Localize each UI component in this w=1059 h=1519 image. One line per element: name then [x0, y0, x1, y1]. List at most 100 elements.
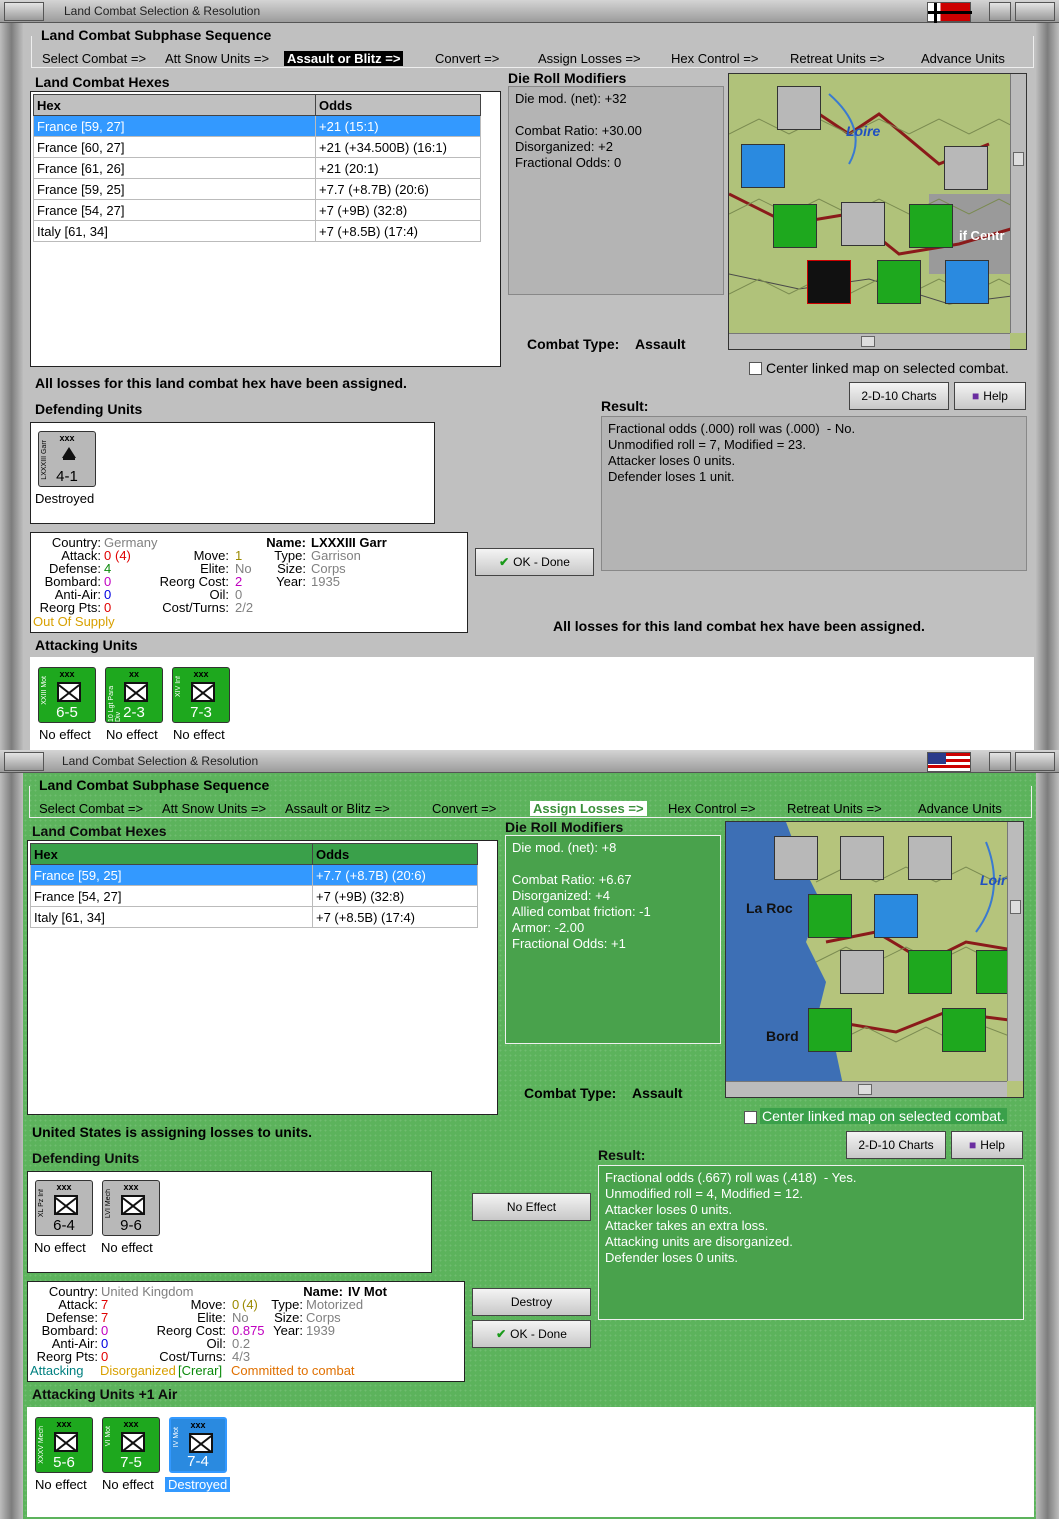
scroll-thumb[interactable] [861, 336, 875, 347]
table-row[interactable]: France [59, 27] +21 (15:1) [33, 115, 481, 137]
no-effect-button[interactable]: No Effect [472, 1193, 591, 1221]
table-row[interactable]: France [59, 25] +7.7 (+8.7B) (20:6) [33, 178, 481, 200]
map-counter[interactable] [945, 260, 989, 304]
close-button[interactable] [1015, 752, 1055, 771]
step-hex-control[interactable]: Hex Control => [665, 801, 758, 816]
charts-button-label: 2-D-10 Charts [858, 1138, 934, 1152]
step-assign-losses[interactable]: Assign Losses => [530, 801, 647, 816]
table-row[interactable]: Italy [61, 34] +7 (+8.5B) (17:4) [30, 906, 478, 928]
step-convert[interactable]: Convert => [429, 801, 499, 816]
drm-text: Die mod. (net): +8 Combat Ratio: +6.67 D… [512, 840, 651, 951]
map-vertical-scrollbar[interactable] [1010, 74, 1026, 333]
map-counter[interactable] [840, 836, 884, 880]
linked-map[interactable]: La Roc Bord Loir [725, 821, 1024, 1098]
col-hex[interactable]: Hex [30, 843, 313, 865]
die-roll-modifiers-panel: Die mod. (net): +32 Combat Ratio: +30.00… [508, 86, 724, 295]
map-counter[interactable] [874, 894, 918, 938]
map-counter[interactable] [808, 1008, 852, 1052]
motorized-symbol-icon [189, 1433, 213, 1453]
unit-counter[interactable]: xxx LXXXIII Garr 4-1 [38, 431, 96, 487]
map-counter[interactable] [774, 836, 818, 880]
unit-counter[interactable]: xxx IV Mot 7-4 [169, 1417, 227, 1473]
unit-counter[interactable]: xxx XXIII Mot 6-5 [38, 667, 96, 723]
map-counter[interactable] [840, 950, 884, 994]
table-row[interactable]: France [54, 27] +7 (+9B) (32:8) [33, 199, 481, 221]
table-row[interactable]: France [60, 27] +21 (+34.500B) (16:1) [33, 136, 481, 158]
map-counter[interactable] [877, 260, 921, 304]
mech-symbol-icon [54, 1432, 78, 1452]
map-vertical-scrollbar[interactable] [1007, 822, 1023, 1081]
map-counter[interactable] [908, 950, 952, 994]
map-counter[interactable] [808, 894, 852, 938]
result-text: Fractional odds (.667) roll was (.418) -… [605, 1170, 857, 1265]
scroll-thumb[interactable] [1013, 152, 1024, 166]
map-counter[interactable] [777, 86, 821, 130]
window-title: Land Combat Selection & Resolution [62, 754, 259, 768]
table-row[interactable]: Italy [61, 34] +7 (+8.5B) (17:4) [33, 220, 481, 242]
map-horizontal-scrollbar[interactable] [729, 333, 1010, 349]
linked-map[interactable]: Loire if Centr [728, 73, 1027, 350]
step-hex-control[interactable]: Hex Control => [668, 51, 761, 66]
col-hex[interactable]: Hex [33, 94, 316, 116]
charts-button[interactable]: 2-D-10 Charts [846, 1131, 946, 1159]
drm-text: Die mod. (net): +32 Combat Ratio: +30.00… [515, 91, 642, 170]
ok-done-button[interactable]: ✔ OK - Done [472, 1320, 591, 1348]
unit-counter[interactable]: xxx XIV Inf 7-3 [172, 667, 230, 723]
table-row[interactable]: France [59, 25] +7.7 (+8.7B) (20:6) [30, 864, 478, 886]
map-counter[interactable] [741, 144, 785, 188]
unit-counter[interactable]: xxx XXXV Mech 5-6 [35, 1417, 93, 1473]
center-map-checkbox[interactable] [744, 1111, 757, 1124]
step-retreat-units[interactable]: Retreat Units => [784, 801, 885, 816]
odds-cell: +7 (+8.5B) (17:4) [312, 906, 478, 928]
unit-name: XL Pz Inf [38, 1189, 45, 1218]
map-counter[interactable] [942, 1008, 986, 1052]
defending-units-label: Defending Units [32, 1150, 140, 1166]
step-assault-or-blitz[interactable]: Assault or Blitz => [282, 801, 393, 816]
help-button[interactable]: ■ Help [951, 1131, 1023, 1159]
step-assault-or-blitz[interactable]: Assault or Blitz => [284, 51, 404, 66]
ok-done-button[interactable]: ✔ OK - Done [475, 548, 594, 576]
title-bar: Land Combat Selection & Resolution [0, 750, 1059, 773]
defending-units-box: xxx LXXXIII Garr 4-1 Destroyed [30, 422, 435, 524]
minimize-button[interactable] [989, 2, 1011, 21]
map-counter[interactable] [944, 146, 988, 190]
unit-status: No effect [102, 1477, 154, 1492]
step-assign-losses[interactable]: Assign Losses => [535, 51, 644, 66]
step-advance-units[interactable]: Advance Units [915, 801, 1005, 816]
mech-symbol-icon [121, 1195, 145, 1215]
step-select-combat[interactable]: Select Combat => [36, 801, 146, 816]
col-odds[interactable]: Odds [315, 94, 481, 116]
unit-counter[interactable]: xxx XL Pz Inf 6-4 [35, 1180, 93, 1236]
help-button[interactable]: ■ Help [954, 382, 1026, 410]
map-horizontal-scrollbar[interactable] [726, 1081, 1007, 1097]
table-row[interactable]: France [61, 26] +21 (20:1) [33, 157, 481, 179]
unit-counter[interactable]: xxx LVI Mech 9-6 [102, 1180, 160, 1236]
step-att-snow-units[interactable]: Att Snow Units => [159, 801, 269, 816]
map-counter[interactable] [908, 836, 952, 880]
close-button[interactable] [1015, 2, 1055, 21]
window-menu-button[interactable] [4, 752, 44, 771]
col-odds[interactable]: Odds [312, 843, 478, 865]
map-counter[interactable] [841, 202, 885, 246]
result-label: Result: [598, 1147, 646, 1163]
destroy-button[interactable]: Destroy [472, 1288, 591, 1316]
step-advance-units[interactable]: Advance Units [918, 51, 1008, 66]
unit-counter[interactable]: xxx VI Mot 7-5 [102, 1417, 160, 1473]
info-key: Cost/Turns: [159, 1349, 226, 1364]
minimize-button[interactable] [989, 752, 1011, 771]
step-convert[interactable]: Convert => [432, 51, 502, 66]
step-att-snow-units[interactable]: Att Snow Units => [162, 51, 272, 66]
center-map-checkbox[interactable] [749, 362, 762, 375]
map-counter[interactable] [807, 260, 851, 304]
step-retreat-units[interactable]: Retreat Units => [787, 51, 888, 66]
scroll-thumb[interactable] [1010, 900, 1021, 914]
window-menu-button[interactable] [4, 2, 44, 21]
unit-counter[interactable]: xx 10 Lgt Para Div 2-3 [105, 667, 163, 723]
map-counter[interactable] [909, 204, 953, 248]
infantry-symbol-icon [124, 682, 148, 702]
step-select-combat[interactable]: Select Combat => [39, 51, 149, 66]
scroll-thumb[interactable] [858, 1084, 872, 1095]
charts-button[interactable]: 2-D-10 Charts [849, 382, 949, 410]
table-row[interactable]: France [54, 27] +7 (+9B) (32:8) [30, 885, 478, 907]
map-counter[interactable] [773, 204, 817, 248]
